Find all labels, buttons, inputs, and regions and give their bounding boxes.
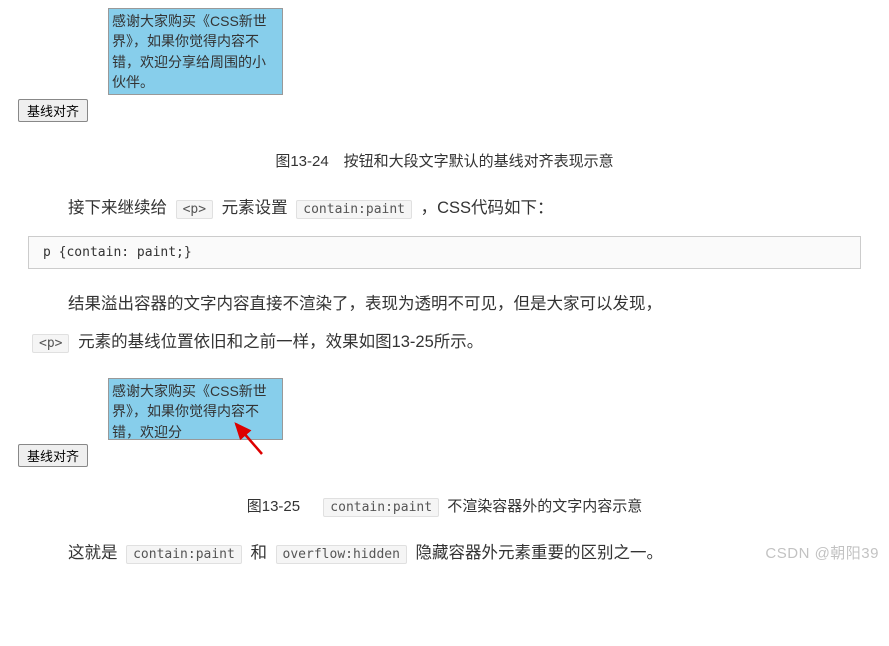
css-code-block: p {contain: paint;} (28, 236, 861, 269)
para3-suf: 隐藏容器外元素重要的区别之一。 (416, 544, 664, 562)
baseline-align-button-2[interactable]: 基线对齐 (18, 444, 88, 467)
code-p-tag: <p> (176, 200, 213, 219)
fig2-pre: 图13-25 (247, 498, 315, 515)
figure-2-caption: 图13-25 contain:paint 不渲染容器外的文字内容示意 (0, 495, 889, 516)
paragraph-1: 接下来继续给 <p> 元素设置 contain:paint ，CSS代码如下： (68, 191, 861, 226)
para1-mid: 元素设置 (222, 199, 288, 217)
code-p-tag-2: <p> (32, 334, 69, 353)
demo-1-spacer (18, 10, 108, 95)
para2-line2: 元素的基线位置依旧和之前一样，效果如图13-25所示。 (78, 333, 483, 351)
para3-pre: 这就是 (68, 544, 118, 562)
demo-figure-2: 感谢大家购买《CSS新世界》，如果你觉得内容不错，欢迎分 基线对齐 (18, 378, 283, 467)
demo-2-textbox: 感谢大家购买《CSS新世界》，如果你觉得内容不错，欢迎分 (108, 378, 283, 440)
code-contain-paint: contain:paint (296, 200, 412, 219)
paragraph-3: 这就是 contain:paint 和 overflow:hidden 隐藏容器… (68, 536, 861, 571)
watermark: CSDN @朝阳39 (765, 542, 879, 563)
para3-mid: 和 (250, 544, 267, 562)
fig2-suf: 不渲染容器外的文字内容示意 (447, 498, 642, 515)
demo-1-row: 感谢大家购买《CSS新世界》，如果你觉得内容不错，欢迎分享给周围的小伙伴。 (18, 8, 283, 95)
para1-suf: ，CSS代码如下： (421, 199, 554, 217)
baseline-align-button[interactable]: 基线对齐 (18, 99, 88, 122)
demo-1-textbox: 感谢大家购买《CSS新世界》，如果你觉得内容不错，欢迎分享给周围的小伙伴。 (108, 8, 283, 95)
code-contain-paint-2: contain:paint (126, 545, 242, 564)
code-overflow-hidden: overflow:hidden (276, 545, 407, 564)
para1-pre: 接下来继续给 (68, 199, 167, 217)
figure-1-caption: 图13-24 按钮和大段文字默认的基线对齐表现示意 (0, 150, 889, 171)
paragraph-2b: <p> 元素的基线位置依旧和之前一样，效果如图13-25所示。 (28, 325, 861, 360)
demo-figure-1: 感谢大家购买《CSS新世界》，如果你觉得内容不错，欢迎分享给周围的小伙伴。 基线… (18, 8, 283, 122)
fig2-code: contain:paint (323, 498, 439, 517)
para2-line1: 结果溢出容器的文字内容直接不渲染了，表现为透明不可见，但是大家可以发现， (68, 295, 662, 313)
demo-2-row: 感谢大家购买《CSS新世界》，如果你觉得内容不错，欢迎分 (18, 378, 283, 440)
demo-2-spacer (18, 378, 108, 440)
paragraph-2: 结果溢出容器的文字内容直接不渲染了，表现为透明不可见，但是大家可以发现， (68, 287, 861, 322)
